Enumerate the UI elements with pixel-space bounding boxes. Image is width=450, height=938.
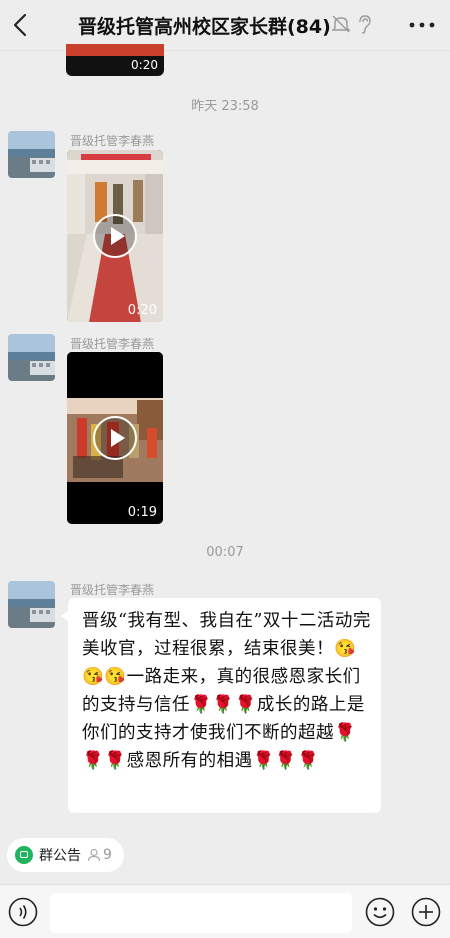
rose-emoji: 🌹🌹🌹 <box>252 751 320 771</box>
video-duration: 0:20 <box>131 58 158 72</box>
back-icon[interactable] <box>6 10 36 40</box>
avatar-image <box>8 334 55 381</box>
message-text: 晋级“我有型、我自在”双十二活动完美收官，过程很累，结束很美！😘😘😘一路走来，真… <box>82 611 371 771</box>
play-icon[interactable] <box>93 214 137 258</box>
group-notice-label: 群公告 <box>39 848 81 864</box>
plus-icon[interactable] <box>411 897 441 927</box>
text-message-bubble[interactable]: 晋级“我有型、我自在”双十二活动完美收官，过程很累，结束很美！😘😘😘一路走来，真… <box>61 598 381 813</box>
member-count-value: 9 <box>103 847 112 863</box>
member-count: 9 <box>87 847 112 863</box>
video-thumbnail <box>66 44 164 56</box>
more-icon[interactable] <box>404 10 440 40</box>
message-input[interactable] <box>50 893 352 933</box>
sender-name: 晋级托管李春燕 <box>70 337 155 351</box>
ear-icon[interactable] <box>353 13 375 35</box>
video-duration: 0:20 <box>127 303 157 318</box>
emoji-icon[interactable] <box>365 897 395 927</box>
video-message[interactable]: 0:20 <box>67 150 163 322</box>
group-notice-button[interactable]: 群公告 9 <box>7 838 124 872</box>
message-timestamp: 00:07 <box>206 545 244 560</box>
avatar[interactable] <box>8 581 55 628</box>
avatar[interactable] <box>8 334 55 381</box>
notice-icon <box>15 846 33 864</box>
avatar-image <box>8 581 55 628</box>
avatar-image <box>8 131 55 178</box>
message-timestamp: 昨天 23:58 <box>191 99 259 114</box>
chat-title: 晋级托管高州校区家长群(84) <box>78 16 331 38</box>
video-message[interactable]: 0:19 <box>67 352 163 524</box>
person-icon <box>87 848 101 862</box>
chat-screen: 晋级托管高州校区家长群(84) 0:20 昨天 23:58 晋级托管李春燕 0:… <box>0 0 450 938</box>
sender-name: 晋级托管李春燕 <box>70 583 155 597</box>
input-bar <box>0 884 450 938</box>
mute-bell-icon <box>331 15 351 33</box>
avatar[interactable] <box>8 131 55 178</box>
video-duration: 0:19 <box>127 505 157 520</box>
voice-icon[interactable] <box>8 897 38 927</box>
video-message-partial[interactable]: 0:20 <box>66 44 164 76</box>
sender-name: 晋级托管李春燕 <box>70 134 155 148</box>
rose-emoji: 🌹🌹🌹 <box>190 695 257 715</box>
play-icon[interactable] <box>93 416 137 460</box>
